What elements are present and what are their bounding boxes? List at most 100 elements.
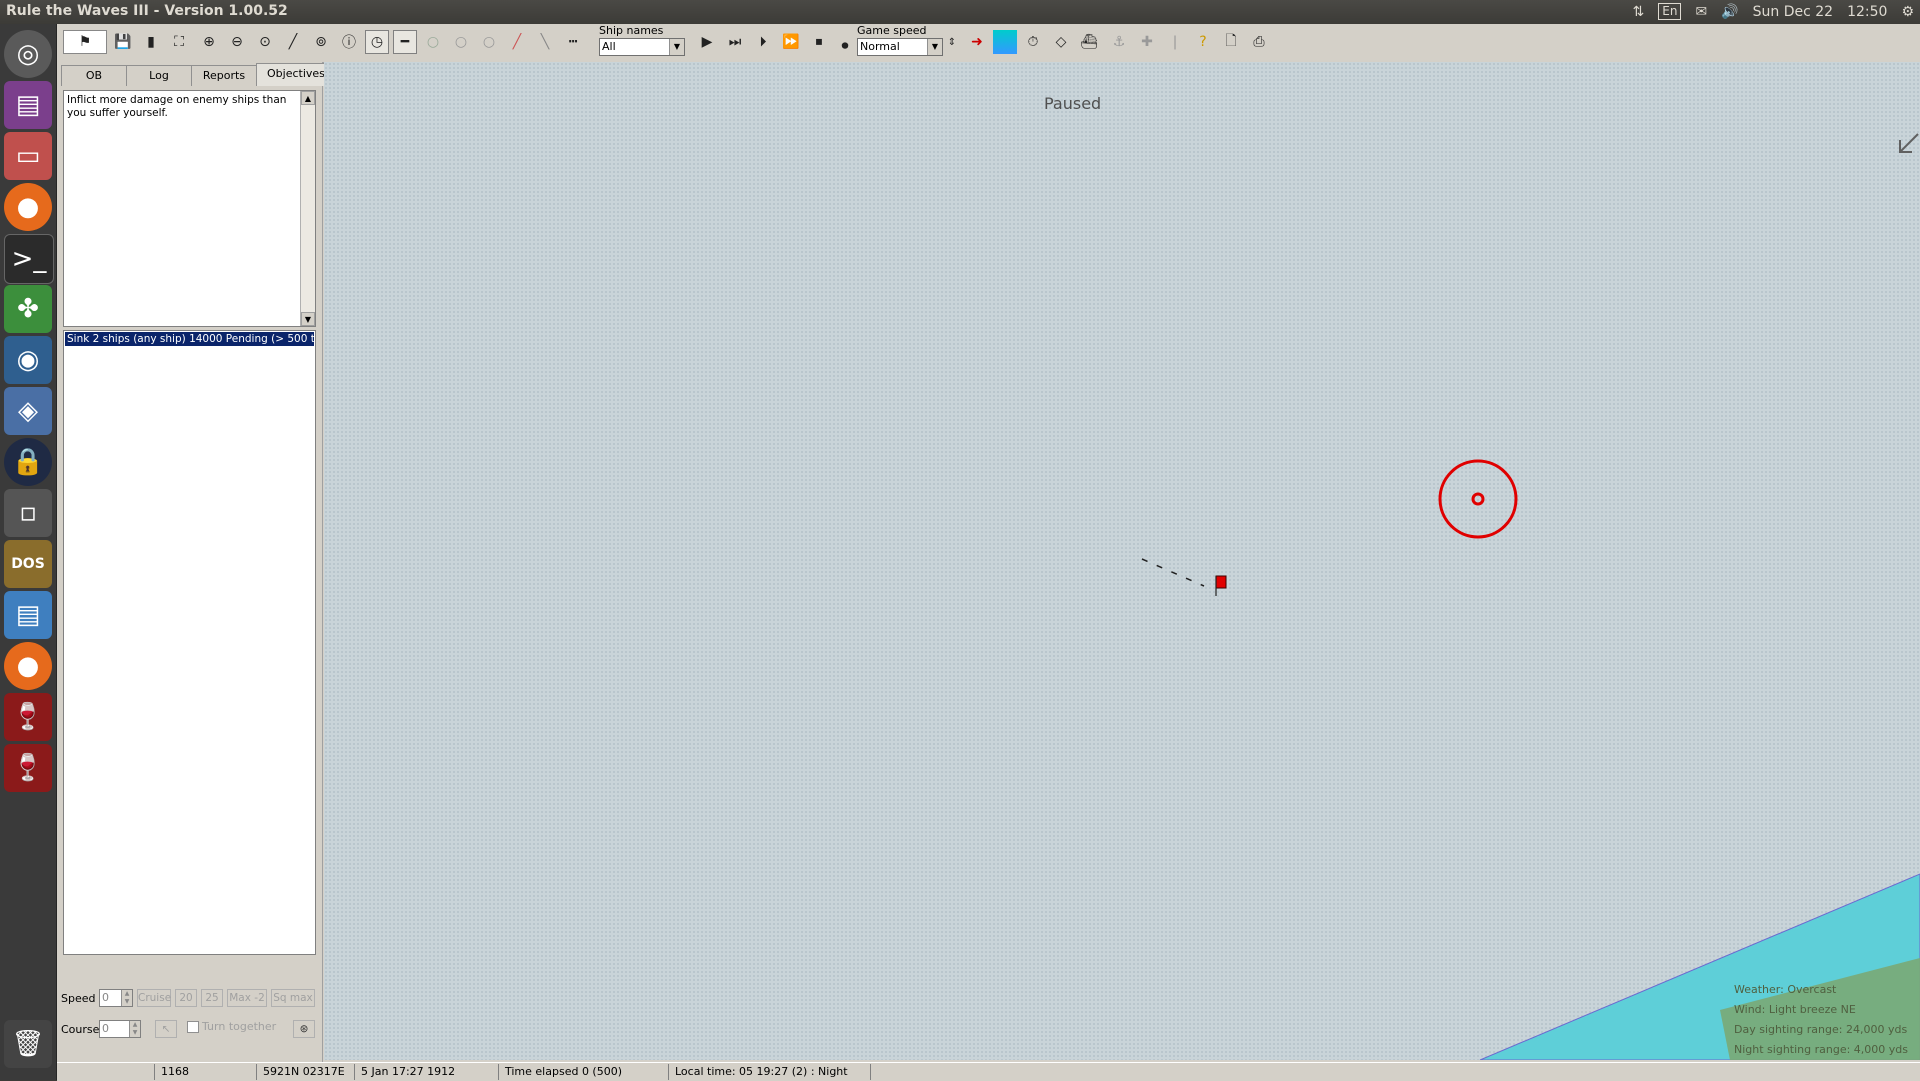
circle-green-icon[interactable]: ○ bbox=[421, 30, 445, 54]
tab-ob[interactable]: OB bbox=[61, 65, 127, 86]
terminal-icon[interactable]: >_ bbox=[4, 234, 54, 284]
window-app-icon[interactable]: ▫ bbox=[4, 489, 52, 537]
cruise-button[interactable]: Cruise bbox=[137, 989, 171, 1007]
speed-label: Speed bbox=[61, 992, 96, 1005]
list-item[interactable]: Sink 2 ships (any ship) 14000 Pending (>… bbox=[65, 332, 314, 346]
circle-gray-icon[interactable]: ○ bbox=[449, 30, 473, 54]
virtualbox-icon[interactable]: ◈ bbox=[4, 387, 52, 435]
speed-stepper-icon[interactable]: ⇕ bbox=[945, 30, 959, 54]
mail-icon[interactable]: ✉ bbox=[1695, 4, 1707, 20]
ship-names-select[interactable]: All ▼ bbox=[599, 38, 685, 56]
ship-icon[interactable]: ⛴ bbox=[1077, 30, 1101, 54]
document-icon[interactable]: 🗋 bbox=[1219, 30, 1243, 54]
stepper-arrows-icon[interactable]: ▲ ▼ bbox=[129, 1021, 140, 1037]
firefox-icon[interactable]: ● bbox=[4, 183, 52, 231]
files-icon[interactable]: ▭ bbox=[4, 132, 52, 180]
red-arrow-icon[interactable]: ➜ bbox=[965, 30, 989, 54]
sea-view-icon[interactable] bbox=[993, 30, 1017, 54]
step-icon[interactable]: ⏭ bbox=[723, 30, 747, 54]
stopwatch-icon[interactable]: ⏱ bbox=[1021, 30, 1045, 54]
ship-names-value: All bbox=[602, 40, 616, 53]
zoom-in-icon[interactable]: ⊕ bbox=[197, 30, 221, 54]
turn-together-checkbox[interactable] bbox=[187, 1020, 199, 1033]
tab-objectives[interactable]: Objectives bbox=[256, 63, 328, 86]
measure-icon[interactable]: ╱ bbox=[281, 30, 305, 54]
clock-time[interactable]: 12:50 bbox=[1847, 4, 1887, 20]
sq-max-button[interactable]: Sq max bbox=[271, 989, 315, 1007]
tab-log[interactable]: Log bbox=[126, 65, 192, 86]
chevron-down-icon[interactable]: ▼ bbox=[669, 39, 684, 55]
volume-icon[interactable]: 🔊 bbox=[1721, 4, 1738, 20]
software-center-icon[interactable]: ▤ bbox=[4, 81, 52, 129]
zoom-out-icon[interactable]: ⊖ bbox=[225, 30, 249, 54]
scroll-up-icon[interactable]: ▲ bbox=[301, 91, 315, 105]
exit-icon[interactable]: ▮ bbox=[139, 30, 163, 54]
trash-icon[interactable]: 🗑 bbox=[4, 1020, 52, 1068]
game-speed-select[interactable]: Normal ▼ bbox=[857, 38, 943, 56]
settings-gear-icon[interactable]: ⚙ bbox=[1901, 4, 1914, 20]
course-pointer-icon[interactable]: ↖ bbox=[155, 1020, 177, 1038]
steam-icon[interactable]: ◉ bbox=[4, 336, 52, 384]
keyboard-layout[interactable]: En bbox=[1658, 3, 1682, 20]
max-minus-2-button[interactable]: Max -2 bbox=[227, 989, 267, 1007]
weather-panel: Weather: Overcast Wind: Light breeze NE … bbox=[1734, 980, 1914, 1060]
anchor-icon[interactable]: ⚓ bbox=[1107, 30, 1131, 54]
help-icon[interactable]: ? bbox=[1191, 30, 1215, 54]
toolbar: ⚑ 💾 ▮ ⛶ ⊕ ⊖ ⊙ ╱ ⊚ ⓘ ◷ ━ ○ ○ ○ ╱ ╲ ┅ Ship… bbox=[57, 24, 1920, 63]
dash-home-icon[interactable]: ◎ bbox=[4, 30, 52, 78]
wine-icon-2[interactable]: 🍷 bbox=[4, 744, 52, 792]
target-marker-icon[interactable] bbox=[1438, 459, 1518, 539]
dashes-icon[interactable]: ┅ bbox=[561, 30, 585, 54]
map-overlay bbox=[1141, 133, 1920, 1060]
speed-25-button[interactable]: 25 bbox=[201, 989, 223, 1007]
north-arrow-icon bbox=[1899, 133, 1919, 153]
plus-icon[interactable]: ✚ bbox=[1135, 30, 1159, 54]
formation-icon[interactable]: ⛶ bbox=[167, 30, 191, 54]
record-icon[interactable]: ⏺ bbox=[835, 36, 855, 56]
chevron-down-icon[interactable]: ▼ bbox=[927, 39, 942, 55]
os-top-bar: Rule the Waves III - Version 1.00.52 ⇅ E… bbox=[0, 0, 1920, 24]
text-editor-icon[interactable]: ▤ bbox=[4, 591, 52, 639]
flagship-marker-icon[interactable] bbox=[1215, 575, 1227, 596]
forward-icon[interactable]: ⏵ bbox=[751, 30, 775, 54]
info-icon[interactable]: ⓘ bbox=[337, 30, 361, 54]
lock-app-icon[interactable]: 🔒 bbox=[4, 438, 52, 486]
clock-date[interactable]: Sun Dec 22 bbox=[1753, 4, 1833, 20]
line-icon[interactable]: ━ bbox=[393, 30, 417, 54]
clock-icon[interactable]: ◷ bbox=[365, 30, 389, 54]
circle-gray-icon-2[interactable]: ○ bbox=[477, 30, 501, 54]
objectives-list[interactable]: Sink 2 ships (any ship) 14000 Pending (>… bbox=[63, 330, 316, 955]
fast-forward-icon[interactable]: ⏩ bbox=[779, 30, 803, 54]
battle-map[interactable]: Paused Weather: Overcast Wind: Light bre… bbox=[324, 62, 1920, 1060]
status-cell-1: 1168 bbox=[157, 1064, 257, 1080]
objective-description-box[interactable]: Inflict more damage on enemy ships than … bbox=[63, 90, 316, 327]
stepper-arrows-icon[interactable]: ▲ ▼ bbox=[121, 990, 132, 1006]
torch-icon[interactable]: ❘ bbox=[1163, 30, 1187, 54]
zoom-fit-icon[interactable]: ⊙ bbox=[253, 30, 277, 54]
firefox-icon-2[interactable]: ● bbox=[4, 642, 52, 690]
pinwheel-app-icon[interactable]: ✤ bbox=[4, 285, 52, 333]
scroll-down-icon[interactable]: ▼ bbox=[301, 312, 315, 326]
fleet-track bbox=[1141, 558, 1205, 587]
gray-line-icon[interactable]: ╲ bbox=[533, 30, 557, 54]
turn-together-option[interactable]: Turn together bbox=[187, 1020, 276, 1033]
red-line-icon[interactable]: ╱ bbox=[505, 30, 529, 54]
save-icon[interactable]: 💾 bbox=[111, 30, 135, 54]
play-icon[interactable]: ▶ bbox=[695, 30, 719, 54]
printer-icon[interactable]: ⎙ bbox=[1247, 30, 1271, 54]
stop-icon[interactable]: ⏹ bbox=[807, 30, 831, 54]
nation-flag-icon[interactable]: ⚑ bbox=[63, 30, 107, 54]
speed-20-button[interactable]: 20 bbox=[175, 989, 197, 1007]
network-icon[interactable]: ⇅ bbox=[1633, 4, 1645, 20]
course-stepper[interactable]: 0 ▲ ▼ bbox=[99, 1020, 141, 1038]
dosbox-icon[interactable]: DOS bbox=[4, 540, 52, 588]
wine-icon[interactable]: 🍷 bbox=[4, 693, 52, 741]
scrollbar[interactable]: ▲ ▼ bbox=[300, 91, 315, 326]
torpedo-icon[interactable]: ⊚ bbox=[309, 30, 333, 54]
wheel-icon[interactable]: ⊛ bbox=[293, 1020, 315, 1038]
status-elapsed: Time elapsed 0 (500) bbox=[501, 1064, 669, 1080]
tab-reports[interactable]: Reports bbox=[191, 65, 257, 86]
eraser-icon[interactable]: ◇ bbox=[1049, 30, 1073, 54]
status-datetime: 5 Jan 17:27 1912 bbox=[357, 1064, 499, 1080]
speed-stepper[interactable]: 0 ▲ ▼ bbox=[99, 989, 133, 1007]
